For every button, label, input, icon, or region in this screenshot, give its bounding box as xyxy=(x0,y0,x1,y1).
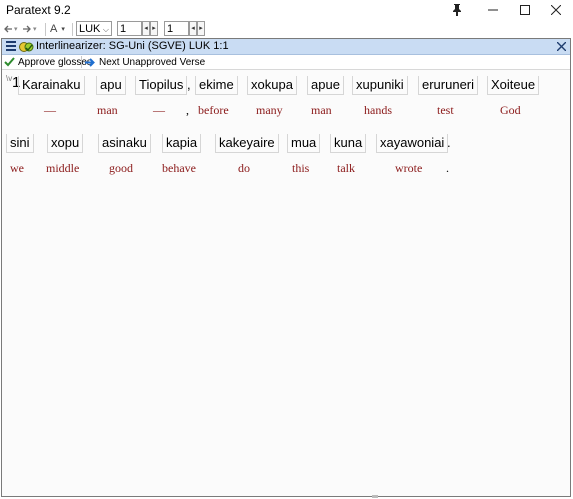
gloss-cell[interactable]: we xyxy=(10,161,24,176)
word-cell[interactable]: kakeyaire xyxy=(215,134,279,153)
window-title: Paratext 9.2 xyxy=(6,3,71,17)
word-cell[interactable]: xopu xyxy=(47,134,84,153)
gloss-cell[interactable]: God xyxy=(500,103,521,118)
font-size-button[interactable]: A ▾ xyxy=(50,20,65,38)
word-cell[interactable]: Xoiteue xyxy=(487,76,540,95)
verse-prev-button[interactable]: ◂ xyxy=(189,21,197,36)
panel-title: Interlinearizer: SG-Uni (SGVE) LUK 1:1 xyxy=(36,40,229,52)
word-cell[interactable]: Tiopilus xyxy=(135,76,188,95)
interlinear-content: \v 1 Karainaku apu Tiopilus , ekime xoku… xyxy=(2,70,570,496)
verse-value: 1 xyxy=(167,23,174,35)
chapter-input[interactable]: 1 xyxy=(117,21,142,36)
right-arrow-icon xyxy=(85,57,95,67)
gloss-cell[interactable]: hands xyxy=(364,103,392,118)
gloss-cell[interactable]: man xyxy=(311,103,332,118)
font-dropdown-icon: ▾ xyxy=(61,26,65,33)
word-cell[interactable]: sini xyxy=(6,134,34,153)
forward-button[interactable]: ▾ xyxy=(22,20,37,38)
gloss-cell[interactable]: talk xyxy=(337,161,355,176)
panel-close-button[interactable] xyxy=(556,39,567,54)
font-label: A xyxy=(50,23,58,35)
chevron-down-icon: ⌵ xyxy=(102,25,109,34)
toolbar-separator xyxy=(45,23,46,36)
gloss-cell[interactable]: behave xyxy=(162,161,196,176)
close-icon xyxy=(551,5,561,15)
minimize-icon xyxy=(488,9,498,11)
word-cell[interactable]: eruruneri xyxy=(418,76,479,95)
gloss-punctuation: . xyxy=(446,161,449,175)
gloss-cell[interactable]: wrote xyxy=(395,161,422,176)
word-cell[interactable]: xupuniki xyxy=(352,76,408,95)
close-button[interactable] xyxy=(541,0,571,20)
book-select[interactable]: LUK ⌵ xyxy=(76,21,112,36)
gloss-cell[interactable]: good xyxy=(109,161,133,176)
toolbar-separator xyxy=(72,23,73,36)
toolbar: ▾ ▾ A ▾ LUK ⌵ 1 ◂ ▸ 1 ◂ ▸ xyxy=(0,20,573,38)
approve-glosses-button[interactable]: Approve glosses xyxy=(4,55,92,69)
punctuation-cell: , xyxy=(187,77,191,92)
word-cell[interactable]: mua xyxy=(287,134,321,153)
word-cell[interactable]: xayawoniai xyxy=(376,134,449,153)
punctuation-cell: . xyxy=(447,135,451,150)
word-cell[interactable]: apue xyxy=(307,76,344,95)
word-cell[interactable]: kuna xyxy=(330,134,367,153)
pin-icon xyxy=(453,4,461,16)
forward-arrow-icon xyxy=(23,25,31,33)
gloss-cell[interactable]: do xyxy=(238,161,250,176)
action-bar: Approve glosses Next Unapproved Verse xyxy=(2,55,570,70)
gloss-punctuation: , xyxy=(186,103,189,117)
panel-header: Interlinearizer: SG-Uni (SGVE) LUK 1:1 xyxy=(2,39,570,55)
gloss-cell[interactable]: — xyxy=(153,103,165,118)
chapter-value: 1 xyxy=(120,23,127,35)
forward-dropdown-icon: ▾ xyxy=(33,26,37,33)
chapter-next-button[interactable]: ▸ xyxy=(150,21,158,36)
gloss-cell[interactable]: middle xyxy=(46,161,79,176)
gloss-cell[interactable]: man xyxy=(97,103,118,118)
gloss-cell[interactable]: before xyxy=(198,103,229,118)
gloss-cell[interactable]: — xyxy=(44,103,56,118)
title-bar: Paratext 9.2 xyxy=(0,0,573,20)
back-button[interactable]: ▾ xyxy=(3,20,18,38)
next-unapproved-verse-button[interactable]: Next Unapproved Verse xyxy=(85,55,205,69)
maximize-icon xyxy=(520,5,530,15)
word-cell[interactable]: asinaku xyxy=(98,134,151,153)
word-cell[interactable]: Karainaku xyxy=(18,76,85,95)
book-value: LUK xyxy=(79,23,101,35)
checkmark-icon xyxy=(4,57,15,67)
bottom-resize-grip[interactable] xyxy=(372,495,378,498)
word-cell[interactable]: kapia xyxy=(162,134,202,153)
gloss-cell[interactable]: this xyxy=(292,161,309,176)
gloss-cell[interactable]: many xyxy=(256,103,283,118)
maximize-button[interactable] xyxy=(510,0,540,20)
word-cell[interactable]: apu xyxy=(96,76,126,95)
minimize-button[interactable] xyxy=(478,0,508,20)
back-arrow-icon xyxy=(4,25,12,33)
action-separator xyxy=(81,56,82,68)
close-icon xyxy=(556,41,567,52)
word-cell[interactable]: xokupa xyxy=(247,76,297,95)
pin-button[interactable] xyxy=(442,0,472,20)
hamburger-menu-icon[interactable] xyxy=(6,41,16,51)
gloss-cell[interactable]: test xyxy=(437,103,454,118)
next-unapproved-verse-label: Next Unapproved Verse xyxy=(99,56,206,68)
word-cell[interactable]: ekime xyxy=(195,76,238,95)
back-dropdown-icon: ▾ xyxy=(14,26,18,33)
chapter-prev-button[interactable]: ◂ xyxy=(142,21,150,36)
verse-input[interactable]: 1 xyxy=(164,21,189,36)
verse-next-button[interactable]: ▸ xyxy=(197,21,205,36)
interlinear-tool-icon xyxy=(19,42,34,52)
